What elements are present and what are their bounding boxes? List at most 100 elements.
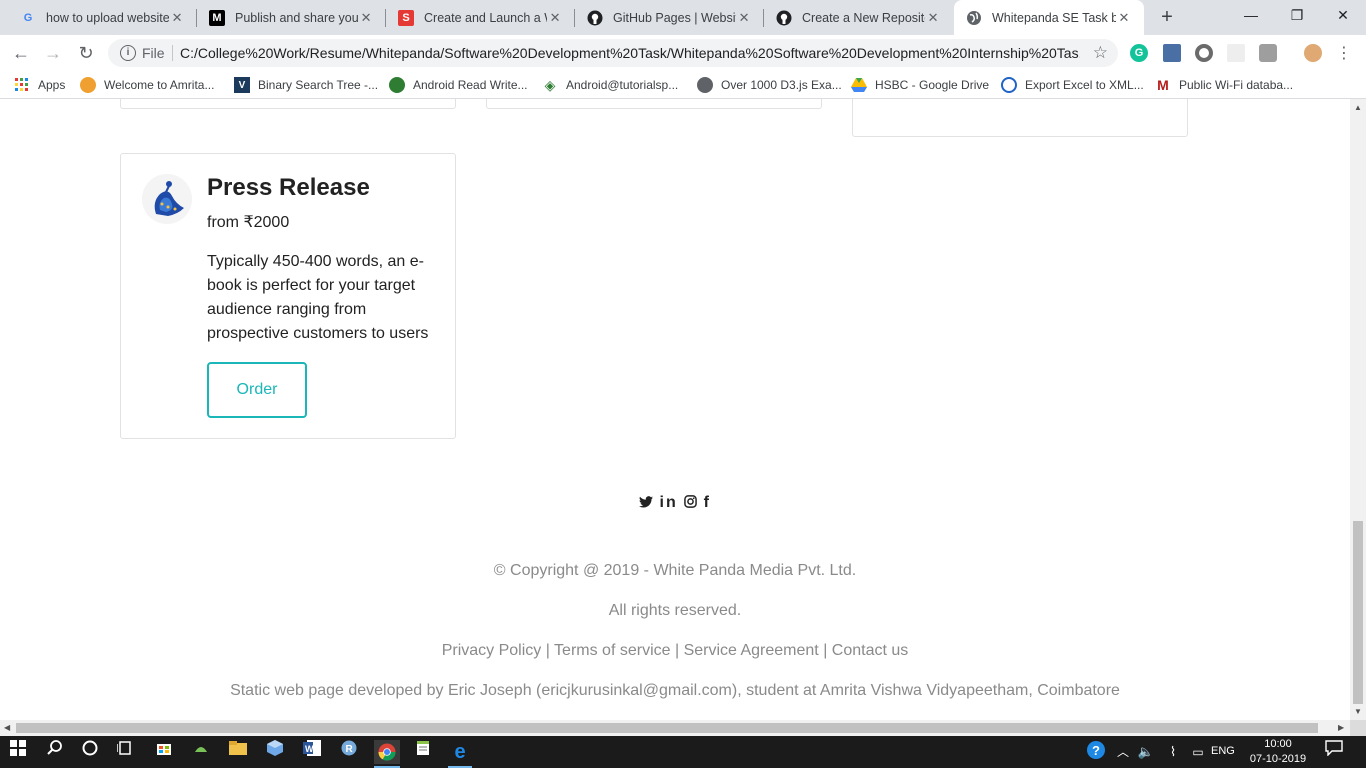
url-text[interactable]: C:/College%20Work/Resume/Whitepanda/Soft… — [180, 45, 1080, 61]
twitter-icon[interactable] — [639, 494, 659, 511]
back-button[interactable]: ← — [8, 40, 34, 66]
close-tab-icon[interactable]: ✕ — [736, 10, 752, 26]
order-button[interactable]: Order — [207, 362, 307, 418]
svg-text:W: W — [305, 744, 314, 754]
file-explorer-icon[interactable] — [226, 740, 250, 764]
bookmark-label: Apps — [38, 78, 66, 92]
record-icon[interactable] — [1195, 44, 1213, 62]
address-bar[interactable]: i File C:/College%20Work/Resume/Whitepan… — [108, 39, 1118, 67]
instagram-icon[interactable] — [678, 494, 704, 511]
word-icon[interactable]: W — [300, 740, 324, 764]
bookmark-d3js[interactable]: Over 1000 D3.js Exa... — [697, 75, 842, 95]
scrollbar-corner — [1350, 720, 1366, 736]
tab-upload-website[interactable]: G how to upload website ✕ — [8, 0, 197, 35]
forward-button[interactable]: → — [40, 40, 66, 66]
close-window-button[interactable]: ✕ — [1320, 0, 1366, 32]
volume-icon[interactable]: 🔈 — [1134, 740, 1158, 764]
task-view-icon[interactable] — [113, 740, 137, 764]
github-icon — [776, 10, 792, 26]
scroll-down-arrow-icon[interactable]: ▼ — [1354, 707, 1362, 716]
chrome-icon[interactable] — [374, 740, 400, 764]
windows-taskbar: W R e ? ︿ 🔈 ⌇ ▭ ENG 10:00 07-10-2019 — [0, 736, 1366, 768]
bookmark-label: Android Read Write... — [413, 78, 528, 92]
clock-time: 10:00 — [1264, 738, 1292, 750]
bookmark-amrita[interactable]: Welcome to Amrita... — [80, 75, 214, 95]
show-hidden-icons-chevron-icon[interactable]: ︿ — [1111, 740, 1135, 764]
tab-publish-share[interactable]: M Publish and share your ✕ — [197, 0, 386, 35]
horizontal-scrollbar[interactable]: ◀ ▶ — [0, 720, 1350, 736]
scroll-up-arrow-icon[interactable]: ▲ — [1354, 103, 1362, 112]
horizontal-scroll-thumb[interactable] — [16, 723, 1318, 733]
bookmark-label: Public Wi-Fi databa... — [1179, 78, 1294, 92]
diamond-icon: ◈ — [544, 76, 556, 93]
notification-center-icon[interactable] — [1322, 740, 1346, 764]
tab-github-pages[interactable]: GitHub Pages | Website ✕ — [575, 0, 764, 35]
extension-blank-icon[interactable] — [1227, 44, 1245, 62]
vertical-scroll-thumb[interactable] — [1353, 521, 1363, 704]
help-icon[interactable]: ? — [1084, 740, 1108, 764]
previous-card-partial — [852, 99, 1188, 137]
facebook-icon[interactable]: f — [704, 494, 711, 511]
tab-new-repository[interactable]: Create a New Repositor ✕ — [764, 0, 953, 35]
wifi-icon[interactable]: ⌇ — [1161, 740, 1185, 764]
browser-toolbar: ← → ↻ i File C:/College%20Work/Resume/Wh… — [0, 35, 1366, 71]
tab-whitepanda-active[interactable]: Whitepanda SE Task by ✕ — [954, 0, 1144, 35]
info-icon[interactable]: i — [120, 45, 136, 61]
search-icon[interactable] — [43, 740, 67, 764]
previous-card-partial — [120, 99, 456, 109]
grammarly-icon[interactable]: G — [1130, 44, 1148, 62]
service-agreement-link[interactable]: Service Agreement — [684, 642, 819, 659]
page-viewport: Press Release from ₹2000 Typically 450-4… — [0, 99, 1350, 720]
close-tab-icon[interactable]: ✕ — [358, 10, 374, 26]
maximize-button[interactable]: ❐ — [1274, 0, 1320, 32]
cortana-icon[interactable] — [78, 740, 102, 764]
google-icon: G — [23, 11, 33, 24]
link-separator: | — [541, 642, 555, 659]
bookmark-apps[interactable]: Apps — [14, 75, 65, 95]
new-tab-button[interactable]: + — [1156, 6, 1178, 28]
bookmark-export-excel[interactable]: Export Excel to XML... — [1001, 75, 1144, 95]
linkedin-icon[interactable]: in — [660, 494, 678, 511]
tab-title: Create a New Repositor — [802, 10, 926, 25]
scroll-right-arrow-icon[interactable]: ▶ — [1338, 723, 1344, 732]
reload-button[interactable]: ↻ — [73, 40, 99, 66]
minimize-button[interactable]: — — [1228, 0, 1274, 32]
android-icon — [389, 77, 405, 93]
tab-create-launch[interactable]: S Create and Launch a W ✕ — [386, 0, 575, 35]
bookmark-label: Binary Search Tree -... — [258, 78, 379, 92]
close-tab-icon[interactable]: ✕ — [547, 10, 563, 26]
bookmarks-bar: Apps Welcome to Amrita... V Binary Searc… — [0, 71, 1366, 99]
bookmark-public-wifi[interactable]: M Public Wi-Fi databa... — [1155, 75, 1293, 95]
cube-icon[interactable] — [1259, 44, 1277, 62]
close-tab-icon[interactable]: ✕ — [925, 10, 941, 26]
close-tab-icon[interactable]: ✕ — [1116, 10, 1132, 26]
footer-rights: All rights reserved. — [608, 602, 742, 619]
profile-avatar[interactable] — [1304, 44, 1322, 62]
peacock-logo-icon — [142, 174, 192, 224]
close-tab-icon[interactable]: ✕ — [169, 10, 185, 26]
store-icon[interactable] — [152, 740, 176, 764]
bookmark-tutorialspoint[interactable]: ◈ Android@tutorialsp... — [542, 75, 679, 95]
bookmark-bst[interactable]: V Binary Search Tree -... — [234, 75, 378, 95]
input-language[interactable]: ENG — [1211, 745, 1235, 757]
vertical-scrollbar[interactable]: ▲ ▼ — [1350, 99, 1366, 720]
battery-icon[interactable]: ▭ — [1186, 740, 1210, 764]
android-studio-icon[interactable] — [189, 740, 213, 764]
3d-box-icon[interactable] — [263, 740, 287, 764]
notepad-icon[interactable] — [411, 740, 435, 764]
terms-of-service-link[interactable]: Terms of service — [554, 642, 670, 659]
bookmark-android-rw[interactable]: Android Read Write... — [389, 75, 528, 95]
r-studio-icon[interactable]: R — [337, 740, 361, 764]
edge-icon[interactable]: e — [448, 740, 472, 764]
contact-us-link[interactable]: Contact us — [832, 642, 908, 659]
extension-stack-icon[interactable] — [1163, 44, 1181, 62]
windows-start-icon[interactable] — [6, 740, 30, 764]
bookmark-hsbc-drive[interactable]: HSBC - Google Drive — [851, 75, 989, 95]
scroll-left-arrow-icon[interactable]: ◀ — [4, 723, 10, 732]
privacy-policy-link[interactable]: Privacy Policy — [442, 642, 542, 659]
bookmark-label: Export Excel to XML... — [1025, 78, 1144, 92]
system-clock[interactable]: 10:00 07-10-2019 — [1246, 737, 1310, 767]
menu-kebab-icon[interactable]: ⋮ — [1336, 43, 1352, 63]
footer-links: Privacy Policy | Terms of service | Serv… — [0, 642, 1350, 660]
bookmark-star-icon[interactable]: ☆ — [1093, 43, 1108, 63]
